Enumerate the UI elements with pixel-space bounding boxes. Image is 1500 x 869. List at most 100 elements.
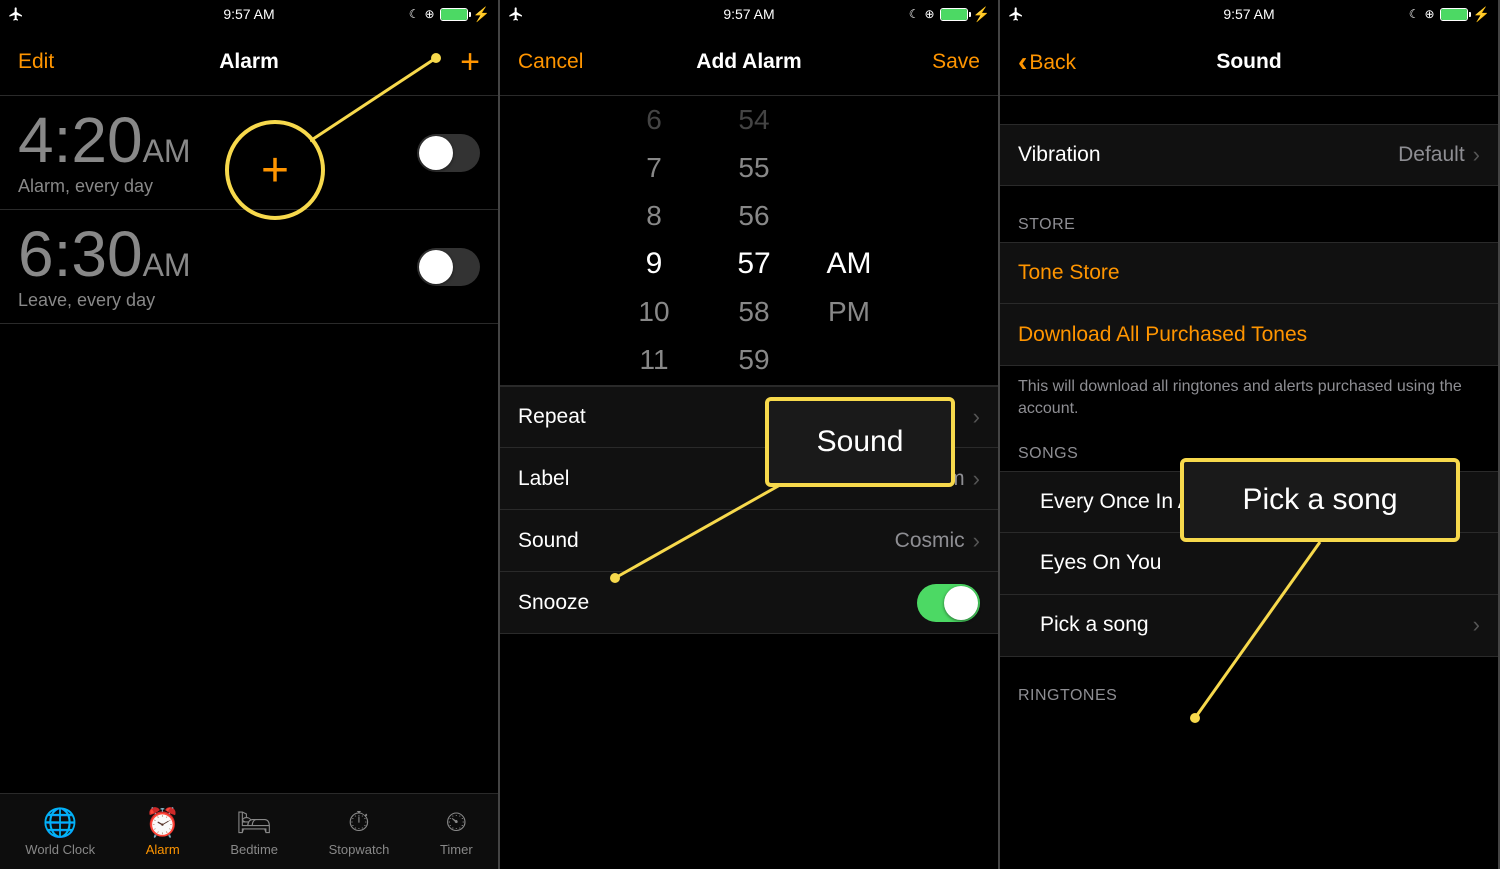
tab-alarm[interactable]: ⏰ Alarm (146, 806, 180, 857)
save-button[interactable]: Save (920, 50, 980, 74)
airplane-mode-icon (508, 6, 524, 22)
snooze-row[interactable]: Snooze (500, 572, 998, 634)
row-label: Download All Purchased Tones (1018, 323, 1307, 347)
picker-item: 6 (646, 96, 662, 144)
alarm-row[interactable]: 6:30AM Leave, every day (0, 210, 498, 324)
row-label: Pick a song (1040, 613, 1149, 637)
screen-sound-picker: 9:57 AM ☾⊕⚡ ‹Back Sound Vibration Defaul… (1000, 0, 1500, 869)
status-time: 9:57 AM (723, 6, 774, 22)
do-not-disturb-icon: ☾ (909, 7, 920, 21)
do-not-disturb-icon: ☾ (409, 7, 420, 21)
back-label: Back (1029, 51, 1076, 74)
pick-a-song-row[interactable]: Pick a song › (1000, 595, 1498, 657)
song-row[interactable]: Eyes On You (1000, 533, 1498, 595)
row-label: Snooze (518, 591, 589, 615)
airplane-mode-icon (1008, 6, 1024, 22)
alarm-clock-icon: ⏰ (147, 806, 179, 838)
alarm-toggle[interactable] (417, 248, 480, 286)
alarm-subtitle: Leave, every day (18, 290, 191, 311)
battery-icon (440, 8, 468, 21)
row-value: Cosmic (895, 529, 965, 553)
tab-timer[interactable]: ⏲Timer (440, 806, 473, 857)
tab-label: Bedtime (230, 842, 278, 857)
status-bar: 9:57 AM ☾ ⊕ ⚡ (500, 0, 998, 28)
orientation-lock-icon: ⊕ (925, 7, 935, 21)
hour-picker[interactable]: 6 7 8 9 10 11 12 (604, 96, 704, 386)
tab-label: Stopwatch (329, 842, 390, 857)
globe-icon: 🌐 (44, 806, 76, 838)
alarm-subtitle: Alarm, every day (18, 176, 191, 197)
picker-item: 57 (737, 240, 770, 288)
tone-store-row[interactable]: Tone Store (1000, 242, 1498, 304)
download-footer: This will download all ringtones and ale… (1000, 366, 1498, 431)
charging-icon: ⚡ (1473, 6, 1490, 23)
tab-world-clock[interactable]: 🌐 World Clock (25, 806, 95, 857)
orientation-lock-icon: ⊕ (425, 7, 435, 21)
picker-item: 59 (738, 336, 769, 384)
nav-bar: Cancel Add Alarm Save (500, 28, 998, 96)
ampm-picker[interactable]: AM PM (804, 96, 894, 386)
alarm-time: 4:20 (18, 104, 143, 176)
chevron-right-icon: › (973, 404, 980, 430)
sound-row[interactable]: Sound Cosmic › (500, 510, 998, 572)
picker-item: 12 (638, 384, 669, 386)
timer-icon: ⏲ (440, 806, 472, 838)
picker-item: 00 (738, 384, 769, 386)
do-not-disturb-icon: ☾ (1409, 7, 1420, 21)
ringtones-section-header: RINGTONES (1000, 657, 1498, 713)
row-label: Label (518, 467, 569, 491)
row-label: Tone Store (1018, 261, 1120, 285)
add-alarm-button[interactable]: + (460, 43, 480, 81)
alarm-toggle[interactable] (417, 134, 480, 172)
nav-title: Add Alarm (696, 50, 801, 74)
back-button[interactable]: ‹Back (1018, 46, 1078, 78)
airplane-mode-icon (8, 6, 24, 22)
picker-item: 54 (738, 96, 769, 144)
cancel-button[interactable]: Cancel (518, 50, 583, 74)
status-bar: 9:57 AM ☾ ⊕ ⚡ (0, 0, 498, 28)
status-bar: 9:57 AM ☾ ⊕ ⚡ (1000, 0, 1498, 28)
callout-highlight-pick-song: Pick a song (1180, 458, 1460, 542)
chevron-right-icon: › (973, 528, 980, 554)
tab-label: Alarm (146, 842, 180, 857)
tab-label: World Clock (25, 842, 95, 857)
alarm-ampm: AM (143, 247, 191, 283)
row-label: Sound (518, 529, 579, 553)
vibration-row[interactable]: Vibration Default› (1000, 124, 1498, 186)
chevron-right-icon: › (973, 466, 980, 492)
picker-item: 9 (646, 240, 663, 288)
alarm-row[interactable]: 4:20AM Alarm, every day (0, 96, 498, 210)
picker-item: AM (827, 240, 872, 288)
picker-item: 56 (738, 192, 769, 240)
status-time: 9:57 AM (1223, 6, 1274, 22)
picker-item: PM (828, 288, 870, 336)
row-value: Default (1398, 143, 1465, 167)
row-label: Eyes On You (1040, 551, 1161, 575)
time-picker[interactable]: 6 7 8 9 10 11 12 54 55 56 57 58 59 00 AM… (500, 96, 998, 386)
download-all-row[interactable]: Download All Purchased Tones (1000, 304, 1498, 366)
callout-highlight-sound: Sound (765, 397, 955, 487)
picker-item: 58 (738, 288, 769, 336)
snooze-toggle[interactable] (917, 584, 980, 622)
picker-item: 8 (646, 192, 662, 240)
tab-bar: 🌐World Clock ⏰Alarm 🛏Bedtime ⏱Stopwatch … (0, 793, 498, 869)
minute-picker[interactable]: 54 55 56 57 58 59 00 (704, 96, 804, 386)
charging-icon: ⚡ (973, 6, 990, 23)
picker-item: 10 (638, 288, 669, 336)
store-section-header: STORE (1000, 186, 1498, 242)
nav-bar: ‹Back Sound (1000, 28, 1498, 96)
edit-button[interactable]: Edit (18, 50, 78, 74)
chevron-right-icon: › (1473, 142, 1480, 168)
picker-item: 11 (639, 336, 668, 384)
tab-bedtime[interactable]: 🛏 Bedtime (230, 806, 278, 857)
orientation-lock-icon: ⊕ (1425, 7, 1435, 21)
row-label: Repeat (518, 405, 586, 429)
screen-alarm-list: 9:57 AM ☾ ⊕ ⚡ Edit Alarm + 4:20AM Alarm,… (0, 0, 500, 869)
tab-stopwatch[interactable]: ⏱Stopwatch (329, 806, 390, 857)
status-time: 9:57 AM (223, 6, 274, 22)
bed-icon: 🛏 (238, 806, 270, 838)
chevron-right-icon: › (1473, 612, 1480, 638)
alarm-ampm: AM (143, 133, 191, 169)
battery-icon (1440, 8, 1468, 21)
nav-title: Alarm (219, 50, 279, 74)
